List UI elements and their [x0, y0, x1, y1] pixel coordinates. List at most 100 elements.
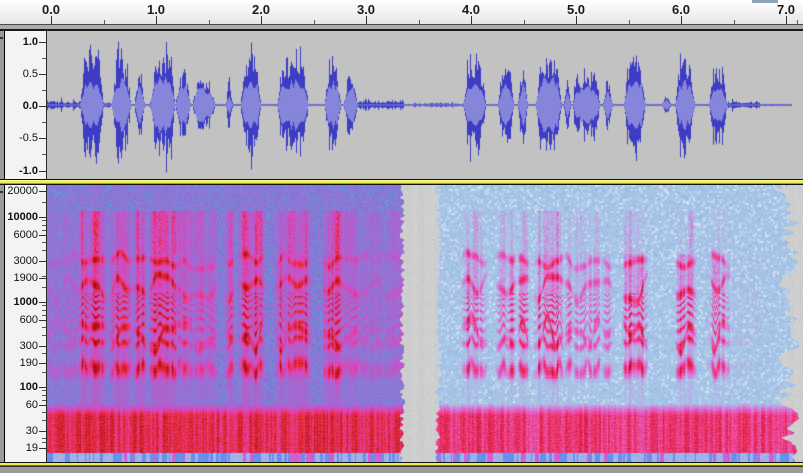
- frequency-ruler-minor-tick: [42, 315, 46, 316]
- frequency-ruler-minor-tick: [42, 242, 46, 243]
- spectrogram-track: 20000 10000 6000 3000 1900 1000 600 300 190 100 60…: [0, 184, 803, 462]
- amplitude-ruler-tick: [39, 106, 46, 107]
- frequency-ruler-minor-tick: [42, 310, 46, 311]
- timeline-minor-tick: [104, 20, 105, 24]
- frequency-ruler-minor-tick: [42, 442, 46, 443]
- timeline-label: 7.0: [777, 2, 795, 17]
- frequency-ruler-tick: [39, 431, 46, 432]
- frequency-ruler-minor-tick: [42, 250, 46, 251]
- amplitude-ruler-minor-tick: [42, 90, 46, 91]
- timeline-label: 2.0: [252, 2, 270, 17]
- timeline-major-tick: [261, 16, 262, 24]
- timeline-major-tick: [786, 16, 787, 24]
- timeline-label: 6.0: [672, 2, 690, 17]
- scrollbar-fragment[interactable]: [752, 0, 778, 3]
- frequency-ruler-minor-tick: [42, 412, 46, 413]
- waveform-vertical-ruler[interactable]: 1.0 0.5 0.0 -0.5 -1.0: [5, 31, 47, 179]
- frequency-ruler-minor-tick: [42, 276, 46, 277]
- amplitude-ruler-minor-tick: [42, 154, 46, 155]
- frequency-ruler-tick: [39, 278, 46, 279]
- timeline-major-tick: [576, 16, 577, 24]
- frequency-ruler-label: 300: [20, 340, 38, 352]
- amplitude-ruler-label: 0.0: [23, 100, 38, 112]
- frequency-ruler-tick: [39, 261, 46, 262]
- frequency-ruler-minor-tick: [42, 220, 46, 221]
- amplitude-ruler-tick: [39, 138, 46, 139]
- timeline-minor-tick: [419, 20, 420, 24]
- frequency-ruler-label: 1000: [14, 296, 38, 308]
- timeline-minor-tick: [524, 20, 525, 24]
- timeline-major-tick: [366, 16, 367, 24]
- frequency-ruler-minor-tick: [42, 395, 46, 396]
- frequency-ruler-tick: [39, 217, 46, 218]
- timeline-ruler[interactable]: 0.0 1.0 2.0 3.0 4.0 5.0 6.0 7.0: [0, 0, 803, 25]
- frequency-ruler-tick: [39, 320, 46, 321]
- timeline-minor-tick: [629, 20, 630, 24]
- frequency-ruler-minor-tick: [42, 327, 46, 328]
- frequency-ruler-tick: [39, 191, 46, 192]
- amplitude-ruler-label: -0.5: [19, 132, 38, 144]
- amplitude-ruler-minor-tick: [42, 58, 46, 59]
- frequency-ruler-label: 100: [20, 381, 38, 393]
- waveform-display-area: [47, 31, 803, 179]
- waveform-track: 1.0 0.5 0.0 -0.5 -1.0: [0, 30, 803, 179]
- frequency-ruler-tick: [39, 235, 46, 236]
- waveform-display[interactable]: [47, 31, 803, 179]
- timeline-major-tick: [51, 16, 52, 24]
- spectrogram-display-area: [47, 185, 803, 462]
- frequency-ruler-tick: [39, 363, 46, 364]
- frequency-ruler-label: 19: [26, 442, 38, 454]
- frequency-ruler-label: 1900: [14, 272, 38, 284]
- frequency-ruler-minor-tick: [42, 230, 46, 231]
- frequency-ruler-label: 20000: [7, 185, 38, 197]
- frequency-ruler-minor-tick: [42, 305, 46, 306]
- timeline-label: 1.0: [147, 2, 165, 17]
- frequency-ruler-label: 30: [26, 425, 38, 437]
- frequency-ruler-minor-tick: [42, 287, 46, 288]
- spectrogram-vertical-ruler[interactable]: 20000 10000 6000 3000 1900 1000 600 300 190 100 60…: [5, 185, 47, 462]
- amplitude-ruler-minor-tick: [42, 122, 46, 123]
- amplitude-ruler-tick: [39, 171, 46, 172]
- frequency-ruler-label: 600: [20, 314, 38, 326]
- timeline-minor-tick: [209, 20, 210, 24]
- frequency-ruler-minor-tick: [42, 372, 46, 373]
- timeline-label: 4.0: [462, 2, 480, 17]
- spectrogram-display[interactable]: [47, 185, 803, 462]
- frequency-ruler-label: 3000: [14, 255, 38, 267]
- amplitude-ruler-label: 0.5: [23, 68, 38, 80]
- amplitude-ruler-tick: [39, 42, 46, 43]
- frequency-ruler-minor-tick: [42, 400, 46, 401]
- frequency-ruler-tick: [39, 302, 46, 303]
- frequency-ruler-minor-tick: [42, 225, 46, 226]
- timeline-major-tick: [681, 16, 682, 24]
- frequency-ruler-minor-tick: [42, 353, 46, 354]
- amplitude-ruler-tick: [39, 74, 46, 75]
- frequency-ruler-tick: [39, 387, 46, 388]
- frequency-ruler-label: 6000: [14, 229, 38, 241]
- timeline-major-tick: [471, 16, 472, 24]
- frequency-ruler-minor-tick: [42, 335, 46, 336]
- timeline-minor-tick: [734, 20, 735, 24]
- frequency-ruler-tick: [39, 405, 46, 406]
- frequency-ruler-minor-tick: [42, 390, 46, 391]
- empty-track-area: [0, 467, 803, 473]
- timeline-minor-tick: [797, 20, 798, 24]
- timeline-label: 3.0: [357, 2, 375, 17]
- timeline-minor-tick: [314, 20, 315, 24]
- frequency-ruler-minor-tick: [42, 420, 46, 421]
- frequency-ruler-label: 10000: [7, 211, 38, 223]
- timeline-major-tick: [156, 16, 157, 24]
- frequency-ruler-label: 190: [20, 357, 38, 369]
- frequency-ruler-label: 60: [26, 399, 38, 411]
- timeline-label: 0.0: [42, 2, 60, 17]
- panel-edge-tick: [0, 191, 3, 193]
- timeline-label: 5.0: [567, 2, 585, 17]
- frequency-ruler-minor-tick: [42, 202, 46, 203]
- frequency-ruler-tick: [39, 448, 46, 449]
- amplitude-ruler-label: 1.0: [23, 36, 38, 48]
- amplitude-ruler-label: -1.0: [19, 165, 38, 177]
- frequency-ruler-minor-tick: [42, 438, 46, 439]
- audacity-track-window: 0.0 1.0 2.0 3.0 4.0 5.0 6.0 7.0 1.0 0.5 0.0 -0.5 -1…: [0, 0, 803, 473]
- panel-edge-tick: [0, 37, 3, 39]
- frequency-ruler-tick: [39, 346, 46, 347]
